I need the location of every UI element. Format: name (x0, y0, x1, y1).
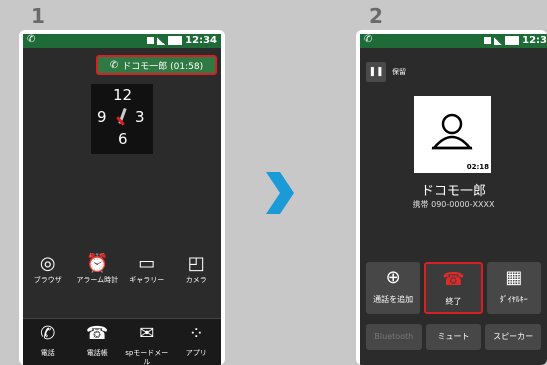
caller-name: ドコモ一郎 (420, 184, 486, 199)
clock-numeral-12: 12 (113, 86, 133, 104)
globe-icon: ◎ (39, 253, 56, 274)
in-call-screen: ✆ 12:3 ❚❚ 保留 02:18 ドコモ一郎 携帯 090-0000-XXX… (360, 34, 547, 365)
contacts-icon: ☎ (86, 323, 109, 344)
phone-icon: ✆ (109, 59, 119, 71)
app-alarm-clock[interactable]: ⏰ アラーム時計 (73, 252, 123, 285)
ongoing-call-label: ドコモ一郎 (01:58) (122, 61, 204, 72)
call-timer: 02:18 (466, 163, 489, 171)
app-label: アラーム時計 (76, 276, 119, 284)
app-label: カメラ (185, 276, 207, 284)
dock-label: 電話 (40, 349, 55, 357)
app-gallery[interactable]: ▭ ギャラリー (122, 252, 172, 285)
phone-icon: ✆ (40, 323, 56, 344)
dock-apps[interactable]: ⁘ アプリ (172, 319, 222, 365)
apps-grid-icon: ⁘ (188, 323, 204, 344)
button-label: 通話を追加 (373, 295, 414, 304)
phone-screen-in-call: ✆ 12:3 ❚❚ 保留 02:18 ドコモ一郎 携帯 090-0000-XXX… (356, 30, 547, 365)
hold-label: 保留 (392, 68, 406, 76)
status-bar: ✆ 12:34 (23, 34, 221, 48)
button-label: 終了 (445, 297, 462, 306)
speaker-button[interactable]: スピーカー (485, 324, 542, 350)
signal-icon (494, 36, 503, 45)
dock-label: spモードメール (125, 349, 169, 365)
keypad-icon: ▦ (505, 267, 523, 288)
end-call-button[interactable]: ☎ 終了 (424, 262, 483, 314)
dock-contacts[interactable]: ☎ 電話帳 (73, 319, 123, 365)
person-icon (431, 113, 473, 150)
mail-icon: ✉ (139, 323, 155, 344)
dock-mail[interactable]: ✉ spモードメール (122, 319, 172, 365)
caller-number: 携帯 090-0000-XXXX (412, 200, 495, 209)
status-time: 12:34 (185, 35, 217, 46)
call-actions: ⊕ 通話を追加 ☎ 終了 ▦ ﾀﾞｲﾔﾙｷｰ (360, 262, 547, 314)
call-status-icon: ✆ (27, 34, 36, 45)
add-call-button[interactable]: ⊕ 通話を追加 (366, 262, 421, 314)
call-status-icon: ✆ (364, 34, 373, 45)
camera-icon: ◰ (187, 253, 205, 274)
app-browser[interactable]: ◎ ブラウザ (23, 252, 73, 285)
alarm-clock-icon: ⏰ (86, 253, 109, 274)
clock-numeral-9: 9 (97, 108, 107, 126)
dock-phone[interactable]: ✆ 電話 (23, 319, 73, 365)
clock-widget[interactable]: 12 9 3 6 (91, 84, 153, 154)
bluetooth-button[interactable]: Bluetooth (366, 324, 422, 350)
sim-icon (484, 37, 492, 44)
dock: ✆ 電話 ☎ 電話帳 ✉ spモードメール ⁘ アプリ (23, 318, 221, 365)
mute-button[interactable]: ミュート (425, 324, 482, 350)
battery-icon (168, 36, 183, 45)
status-bar: ✆ 12:3 (360, 34, 547, 48)
clock-numeral-6: 6 (118, 130, 128, 148)
clock-numeral-3: 3 (135, 108, 145, 126)
button-label: ﾀﾞｲﾔﾙｷｰ (499, 295, 528, 304)
signal-icon (157, 36, 166, 45)
battery-icon (505, 36, 520, 45)
caller-avatar: 02:18 (414, 96, 491, 173)
sim-icon (147, 37, 155, 44)
step-number-1: 1 (31, 4, 45, 28)
home-screen: ✆ 12:34 ✆ ドコモ一郎 (01:58) 12 9 3 6 ◎ ブラウザ (23, 34, 221, 365)
phone-screen-home: ✆ 12:34 ✆ ドコモ一郎 (01:58) 12 9 3 6 ◎ ブラウザ (19, 30, 225, 365)
plus-circle-icon: ⊕ (385, 267, 401, 288)
dial-keypad-button[interactable]: ▦ ﾀﾞｲﾔﾙｷｰ (486, 262, 541, 314)
ongoing-call-pill[interactable]: ✆ ドコモ一郎 (01:58) (96, 55, 217, 75)
hangup-icon: ☎ (442, 269, 465, 290)
hold-button[interactable]: ❚❚ (366, 62, 386, 82)
status-time: 12:3 (522, 35, 547, 46)
gallery-icon: ▭ (138, 253, 156, 274)
app-camera[interactable]: ◰ カメラ (172, 252, 222, 285)
dock-label: 電話帳 (86, 349, 108, 357)
app-label: ギャラリー (129, 276, 165, 284)
app-label: ブラウザ (33, 276, 62, 284)
dock-label: アプリ (185, 349, 207, 357)
arrow-right-icon (266, 172, 294, 214)
step-number-2: 2 (369, 4, 383, 28)
call-options: Bluetooth ミュート スピーカー (360, 324, 547, 350)
app-row: ◎ ブラウザ ⏰ アラーム時計 ▭ ギャラリー ◰ カメラ (23, 252, 221, 285)
